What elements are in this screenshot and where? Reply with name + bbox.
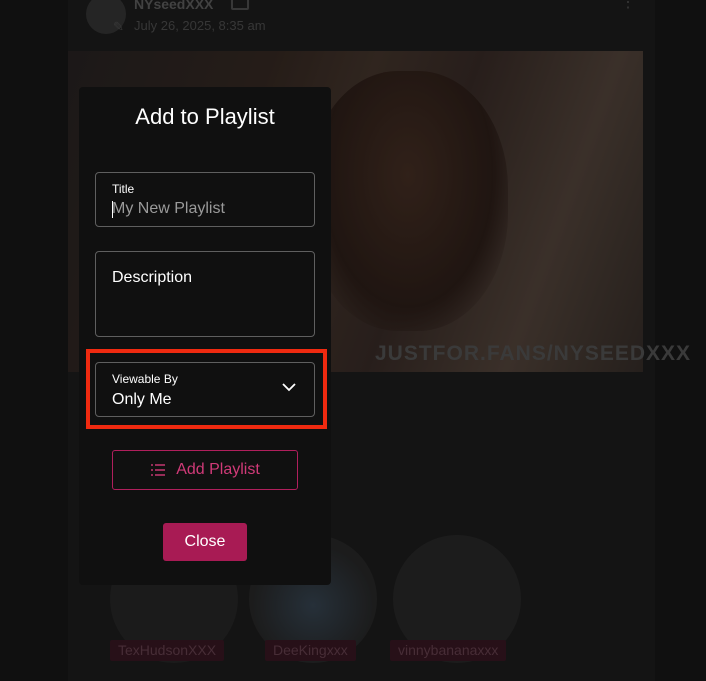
dialog-title: Add to Playlist: [135, 104, 275, 129]
close-button[interactable]: Close: [163, 523, 247, 561]
viewable-by-value: Only Me: [112, 391, 172, 408]
chevron-down-icon[interactable]: [282, 383, 296, 392]
list-icon: [151, 464, 166, 476]
viewable-by-label: Viewable By: [112, 372, 178, 386]
description-field[interactable]: [95, 251, 315, 337]
title-field-label: Title: [112, 182, 135, 196]
viewable-by-select[interactable]: Viewable By Only Me: [95, 362, 315, 417]
title-field[interactable]: Title: [95, 172, 315, 227]
add-to-playlist-dialog: Add to Playlist Title Viewable By Only M…: [79, 87, 331, 585]
description-input[interactable]: [112, 269, 302, 327]
text-cursor: [112, 201, 113, 218]
add-playlist-button[interactable]: Add Playlist: [112, 450, 298, 490]
add-playlist-label: Add Playlist: [176, 461, 260, 478]
title-input[interactable]: [112, 200, 302, 218]
